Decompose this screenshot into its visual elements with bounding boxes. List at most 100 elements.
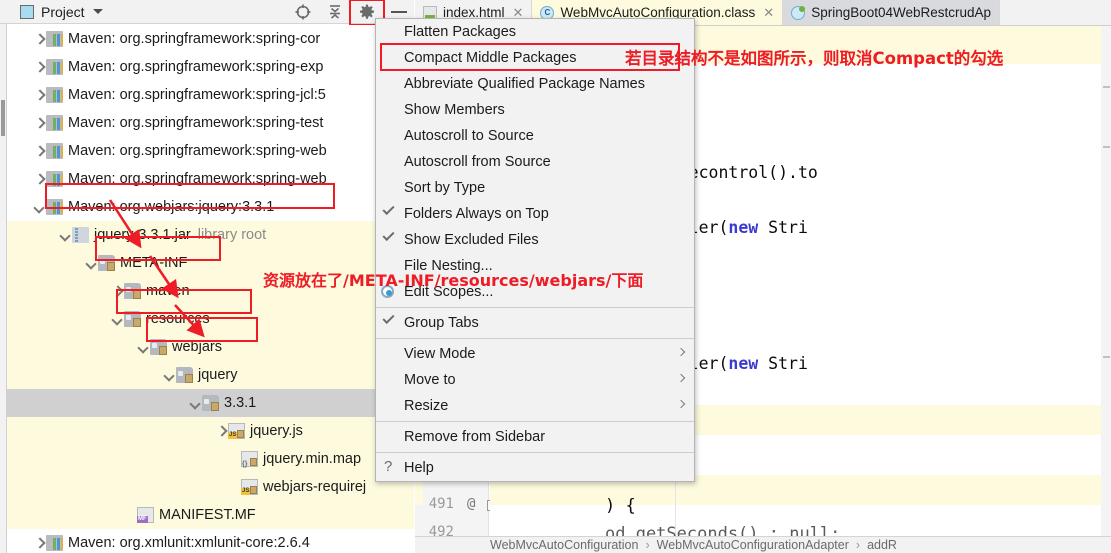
project-panel-title: Project	[41, 3, 85, 20]
chevron-down-icon[interactable]	[137, 341, 150, 354]
menu-item-label: View Mode	[404, 346, 476, 362]
code-marker	[1103, 356, 1110, 358]
folder-icon	[98, 255, 115, 271]
tree-row-webjars-jquery[interactable]: Maven: org.webjars:jquery:3.3.1	[7, 193, 414, 221]
chevron-right-icon[interactable]	[33, 61, 46, 74]
code-keyword: new	[728, 218, 759, 237]
tree-row-spring-expression[interactable]: Maven: org.springframework:spring-exp	[7, 53, 414, 81]
breadcrumb-item[interactable]: WebMvcAutoConfiguration	[490, 538, 638, 552]
tree-row-webjars[interactable]: webjars	[7, 333, 414, 361]
chevron-down-icon[interactable]	[92, 9, 103, 14]
question-mark-icon: ?	[384, 458, 393, 475]
tree-item-label: Maven: org.springframework:spring-web	[68, 171, 327, 187]
js-file-icon	[228, 423, 245, 439]
annotation-marker: @	[467, 496, 476, 512]
chevron-down-icon[interactable]	[33, 201, 46, 214]
tree-row-xmlunit-core[interactable]: Maven: org.xmlunit:xmlunit-core:2.6.4	[7, 529, 414, 553]
chevron-down-icon[interactable]	[163, 369, 176, 382]
tree-row-jquery-jar[interactable]: jquery-3.3.1.jar library root	[7, 221, 414, 249]
menu-item-abbreviate-qualified-package-names[interactable]: Abbreviate Qualified Package Names	[376, 71, 694, 97]
menu-item-flatten-packages[interactable]: Flatten Packages	[376, 19, 694, 45]
manifest-file-icon	[137, 507, 154, 523]
menu-item-label: Group Tabs	[404, 315, 479, 331]
ide-window: index.html ✕ C WebMvcAutoConfiguration.c…	[0, 0, 1111, 553]
tree-row-spring-web[interactable]: Maven: org.springframework:spring-web	[7, 137, 414, 165]
checkmark-icon	[382, 202, 395, 216]
maven-icon	[46, 31, 63, 47]
chevron-right-icon[interactable]	[215, 425, 228, 438]
maven-icon	[46, 115, 63, 131]
menu-item-autoscroll-from-source[interactable]: Autoscroll from Source	[376, 149, 694, 175]
menu-item-label: Flatten Packages	[404, 24, 517, 40]
tree-item-label: META-INF	[120, 255, 188, 271]
project-icon	[20, 4, 34, 19]
menu-item-label: Autoscroll to Source	[404, 128, 534, 144]
tree-row-jquery-folder[interactable]: jquery	[7, 361, 414, 389]
gear-icon[interactable]	[349, 0, 385, 26]
menu-separator	[376, 338, 694, 339]
menu-item-remove-from-sidebar[interactable]: Remove from Sidebar	[376, 424, 694, 450]
tree-item-label: Maven: org.springframework:spring-test	[68, 115, 324, 131]
tree-row-spring-test[interactable]: Maven: org.springframework:spring-test	[7, 109, 414, 137]
chevron-right-icon[interactable]	[33, 89, 46, 102]
map-file-icon	[241, 451, 258, 468]
locate-icon[interactable]	[294, 3, 312, 21]
menu-separator	[376, 421, 694, 422]
project-settings-context-menu[interactable]: Flatten Packages Compact Middle Packages…	[375, 18, 695, 482]
chevron-down-icon[interactable]	[111, 313, 124, 326]
menu-item-help[interactable]: ? Help	[376, 455, 694, 481]
menu-separator	[376, 307, 694, 308]
tool-window-strip	[0, 0, 7, 553]
code-marker	[1103, 86, 1110, 88]
code-marker	[1103, 146, 1110, 148]
tree-row-spring-core[interactable]: Maven: org.springframework:spring-cor	[7, 25, 414, 53]
maven-icon	[46, 199, 63, 215]
scrollbar-thumb[interactable]	[1, 100, 5, 136]
tree-row-webjars-requirejs[interactable]: webjars-requirej	[7, 473, 414, 501]
status-bar-breadcrumb: WebMvcAutoConfiguration › WebMvcAutoConf…	[415, 536, 1111, 553]
menu-item-show-excluded-files[interactable]: Show Excluded Files	[376, 227, 694, 253]
chevron-right-icon[interactable]	[111, 285, 124, 298]
tree-row-manifest-mf[interactable]: MANIFEST.MF	[7, 501, 414, 529]
collapse-all-icon[interactable]	[326, 3, 344, 21]
chevron-down-icon[interactable]	[189, 397, 202, 410]
tree-row-jquery-js[interactable]: jquery.js	[7, 417, 414, 445]
tree-row-version-331[interactable]: 3.3.1	[7, 389, 414, 417]
spring-run-icon	[791, 5, 806, 20]
menu-item-autoscroll-to-source[interactable]: Autoscroll to Source	[376, 123, 694, 149]
tree-item-label: maven	[146, 283, 190, 299]
breadcrumb-item[interactable]: WebMvcAutoConfigurationAdapter	[657, 538, 849, 552]
menu-separator	[376, 452, 694, 453]
breadcrumb-item[interactable]: addR	[867, 538, 897, 552]
menu-item-sort-by-type[interactable]: Sort by Type	[376, 175, 694, 201]
chevron-down-icon[interactable]	[85, 257, 98, 270]
menu-item-move-to[interactable]: Move to	[376, 367, 694, 393]
chevron-right-icon[interactable]	[33, 33, 46, 46]
tab-springboot04webrestcrudapp[interactable]: SpringBoot04WebRestcrudAp	[783, 0, 1001, 25]
chevron-right-icon[interactable]	[33, 117, 46, 130]
code-text: Stri	[758, 354, 808, 373]
chevron-down-icon[interactable]	[59, 229, 72, 242]
chevron-right-icon[interactable]	[33, 173, 46, 186]
tree-item-label: Maven: org.springframework:spring-jcl:5	[68, 87, 326, 103]
tree-row-jquery-min-map[interactable]: jquery.min.map	[7, 445, 414, 473]
tree-row-resources[interactable]: resources	[7, 305, 414, 333]
menu-item-show-members[interactable]: Show Members	[376, 97, 694, 123]
chevron-right-icon[interactable]	[33, 537, 46, 550]
tree-row-spring-webmvc[interactable]: Maven: org.springframework:spring-web	[7, 165, 414, 193]
chevron-right-icon[interactable]	[33, 145, 46, 158]
maven-icon	[46, 535, 63, 551]
menu-item-folders-always-on-top[interactable]: Folders Always on Top	[376, 201, 694, 227]
folder-icon	[150, 339, 167, 355]
menu-item-group-tabs[interactable]: Group Tabs	[376, 310, 694, 336]
close-icon[interactable]: ✕	[763, 5, 774, 21]
menu-item-resize[interactable]: Resize	[376, 393, 694, 419]
menu-item-view-mode[interactable]: View Mode	[376, 341, 694, 367]
tree-row-spring-jcl[interactable]: Maven: org.springframework:spring-jcl:5	[7, 81, 414, 109]
editor-marker-strip[interactable]	[1101, 26, 1111, 536]
code-line: ) {	[605, 496, 636, 516]
menu-item-label: Show Members	[404, 102, 505, 118]
menu-item-label: Autoscroll from Source	[404, 154, 551, 170]
